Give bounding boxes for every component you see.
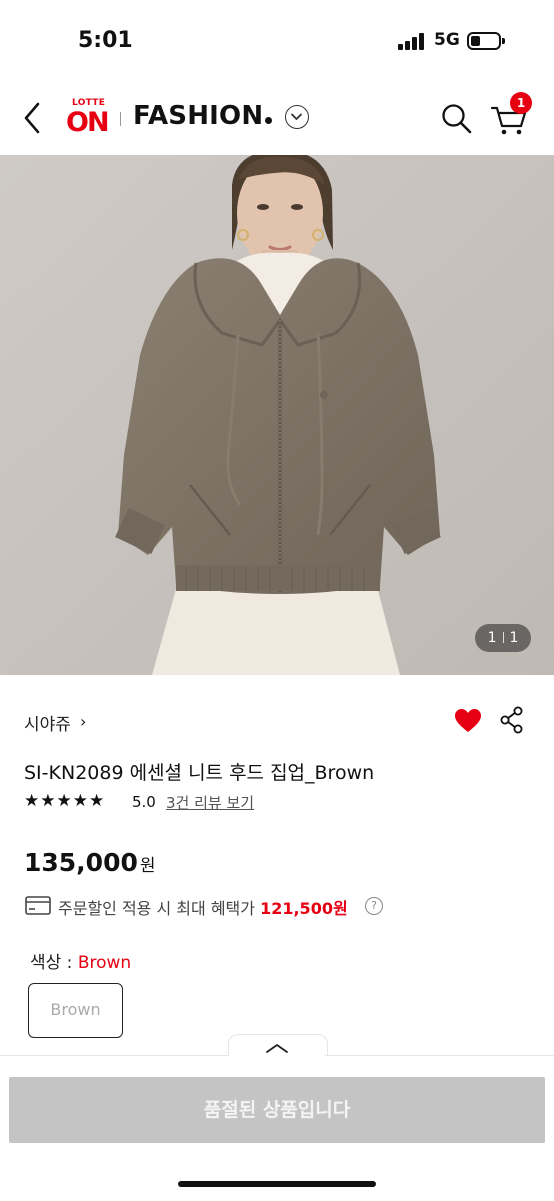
color-option-brown[interactable]: Brown <box>28 983 123 1038</box>
logo-divider <box>120 112 121 126</box>
network-type: 5G <box>434 30 460 50</box>
chevron-up-icon[interactable] <box>264 1040 290 1054</box>
signal-strength-icon <box>398 33 426 50</box>
benefit-info: 주문할인 적용 시 최대 혜택가 121,500원 <box>58 895 348 919</box>
benefit-label: 주문할인 적용 시 최대 혜택가 <box>58 899 255 918</box>
color-label-text: 색상 : <box>30 953 78 973</box>
page-title-text: FASHION <box>133 101 264 131</box>
image-counter-divider <box>502 632 504 643</box>
battery-tip <box>502 38 505 44</box>
brand-link[interactable]: 시야쥬 <box>24 710 71 735</box>
brand-chevron-right-icon[interactable]: › <box>80 712 86 731</box>
category-dropdown-button[interactable] <box>285 105 309 129</box>
image-counter-total: 1 <box>509 630 519 646</box>
image-counter-current: 1 <box>487 630 497 646</box>
chevron-down-icon <box>291 113 302 120</box>
heart-icon <box>455 709 481 732</box>
color-option-label: 색상 : Brown <box>30 948 131 973</box>
page-title[interactable]: FASHION <box>133 101 273 131</box>
help-icon[interactable]: ? <box>365 897 383 915</box>
product-title: SI-KN2089 에센셜 니트 후드 집업_Brown <box>24 762 375 784</box>
share-button[interactable] <box>499 706 525 734</box>
image-counter: 11 <box>475 624 531 652</box>
title-dot <box>265 117 273 124</box>
credit-card-icon <box>25 896 51 915</box>
search-icon <box>442 104 472 134</box>
search-button[interactable] <box>440 102 472 134</box>
app-header: LOTTE ON FASHION <box>0 80 554 155</box>
status-bar: 5:01 5G <box>0 0 554 80</box>
home-indicator <box>178 1181 376 1187</box>
price-amount: 135,000 <box>24 848 138 877</box>
back-icon <box>24 102 40 134</box>
status-time: 5:01 <box>78 28 133 53</box>
color-selected-value: Brown <box>77 953 132 973</box>
cart-count-badge: 1 <box>510 92 532 114</box>
logo-on-text: ON <box>66 107 110 138</box>
battery-icon <box>467 32 501 50</box>
product-price: 135,000 원 <box>24 848 156 877</box>
price-unit: 원 <box>139 856 156 876</box>
review-link[interactable]: 3건 리뷰 보기 <box>166 792 254 813</box>
product-image[interactable] <box>0 155 554 675</box>
rating-value: 5.0 <box>132 793 156 811</box>
share-icon <box>500 706 523 734</box>
back-button[interactable] <box>18 100 48 136</box>
wishlist-button[interactable] <box>454 708 482 734</box>
star-rating-icon: ★★★★★ <box>24 791 106 811</box>
sold-out-button[interactable]: 품절된 상품입니다 <box>9 1077 545 1143</box>
benefit-price: 121,500원 <box>260 899 348 918</box>
product-photo-illustration <box>0 155 554 675</box>
lotte-on-logo[interactable]: LOTTE ON <box>66 98 116 138</box>
